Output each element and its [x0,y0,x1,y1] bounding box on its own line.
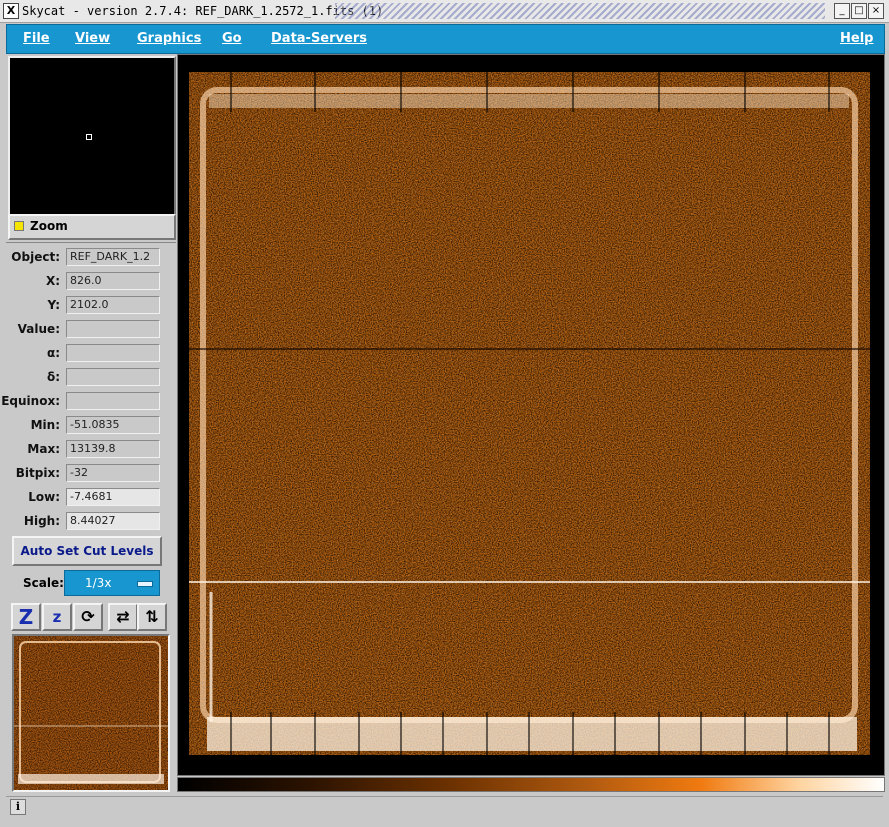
field-min: Min: -51.0835 [6,416,176,436]
field-y: Y: 2102.0 [6,296,176,316]
field-high: High: 8.44027 [6,512,176,532]
rotate-icon[interactable]: ⟳ [73,603,103,631]
auto-set-cut-levels-button[interactable]: Auto Set Cut Levels [12,536,162,566]
fits-image-svg [189,72,870,755]
zoom-label: Zoom [30,219,68,233]
zoom-check-icon [14,221,24,231]
field-low: Low: -7.4681 [6,488,176,508]
field-label: Value: [17,322,60,336]
zoom-out-icon[interactable]: z [42,603,72,631]
field-label: Bitpix: [15,466,60,480]
high-input[interactable]: 8.44027 [66,512,160,530]
pixel-value [66,320,160,338]
pan-marker[interactable] [86,134,92,140]
x-value: 826.0 [66,272,160,290]
y-value: 2102.0 [66,296,160,314]
field-label: Low: [28,490,60,504]
object-value: REF_DARK_1.2 [66,248,160,266]
scale-label: Scale: [23,576,64,590]
flip-x-icon[interactable]: ⇄ [108,603,138,631]
menu-help[interactable]: Help [840,31,873,46]
dropdown-indicator-icon [137,581,153,587]
max-value: 13139.8 [66,440,160,458]
window-title: Skycat - version 2.7.4: REF_DARK_1.2572_… [22,4,384,18]
status-bar: i [6,796,883,819]
low-input[interactable]: -7.4681 [66,488,160,506]
field-label: α: [46,346,60,360]
maximize-button[interactable]: □ [851,3,867,19]
alpha-value [66,344,160,362]
image-canvas[interactable] [177,54,885,776]
field-bitpix: Bitpix: -32 [6,464,176,484]
info-icon[interactable]: i [10,799,26,815]
field-max: Max: 13139.8 [6,440,176,460]
zoom-toggle[interactable]: Zoom [8,214,176,240]
bitpix-value: -32 [66,464,160,482]
flip-y-icon[interactable]: ⇅ [137,603,167,631]
field-label: Min: [30,418,60,432]
field-label: Y: [47,298,60,312]
delta-value [66,368,160,386]
fits-image[interactable] [189,72,870,755]
field-label: δ: [46,370,60,384]
field-label: Object: [11,250,60,264]
thumbnail-panner[interactable] [12,634,170,792]
menu-file[interactable]: File [23,31,50,46]
control-panel: Zoom Object: REF_DARK_1.2 X: 826.0 Y: 21… [1,54,176,794]
close-button[interactable]: × [868,3,884,19]
field-object: Object: REF_DARK_1.2 [6,248,176,268]
pan-window[interactable] [8,56,176,216]
thumbnail-image [14,636,168,790]
menu-graphics[interactable]: Graphics [137,31,201,46]
menu-go[interactable]: Go [222,31,242,46]
x-icon[interactable]: X [3,3,19,19]
field-label: X: [45,274,60,288]
title-grip[interactable] [335,3,825,19]
field-label: High: [23,514,60,528]
field-delta: δ: [6,368,176,388]
field-x: X: 826.0 [6,272,176,292]
field-equinox: Equinox: [1,392,176,412]
menu-bar: File View Graphics Go Data-Servers Help [6,24,885,54]
scale-value: 1/3x [85,576,112,590]
field-label: Max: [27,442,60,456]
menu-data-servers[interactable]: Data-Servers [271,31,367,46]
scale-menu[interactable]: 1/3x [64,570,160,596]
field-label: Equinox: [1,394,60,408]
equinox-value [66,392,160,410]
minimize-button[interactable]: _ [834,3,850,19]
field-alpha: α: [6,344,176,364]
menu-view[interactable]: View [75,31,110,46]
title-bar: X Skycat - version 2.7.4: REF_DARK_1.257… [0,0,889,23]
zoom-in-icon[interactable]: Z [11,603,41,631]
colorbar[interactable] [177,777,885,792]
field-value: Value: [6,320,176,340]
min-value: -51.0835 [66,416,160,434]
panel-divider [6,242,176,243]
